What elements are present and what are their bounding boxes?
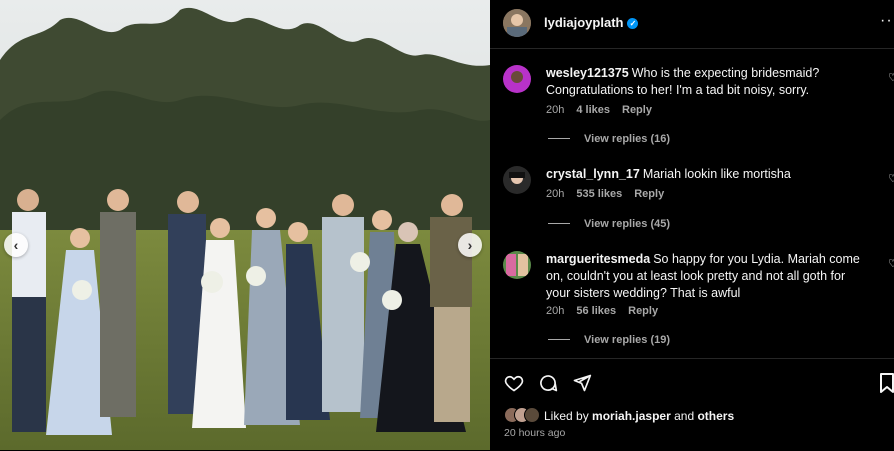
more-options-button[interactable]: ··· xyxy=(880,12,894,30)
comment-likes[interactable]: 535 likes xyxy=(576,188,622,200)
commenter-avatar[interactable] xyxy=(503,65,531,93)
liked-by-summary: Liked by moriah.jasper and others xyxy=(504,407,734,423)
post-photo[interactable]: ‹ › xyxy=(0,0,490,450)
post-actions: Liked by moriah.jasper and others 20 hou… xyxy=(490,358,894,451)
wedding-photo-illustration xyxy=(0,0,490,450)
view-replies-label[interactable]: View replies (45) xyxy=(584,218,670,230)
comment-likes[interactable]: 56 likes xyxy=(576,305,616,317)
author-username[interactable]: lydiajoyplath ✓ xyxy=(544,15,639,30)
commenter-avatar-image xyxy=(503,65,531,93)
share-icon xyxy=(573,374,592,392)
author-avatar-image xyxy=(503,9,531,37)
comment-username[interactable]: wesley121375 xyxy=(546,66,629,80)
heart-icon xyxy=(504,375,524,392)
author-username-text[interactable]: lydiajoyplath xyxy=(544,15,623,30)
comment-heart-icon[interactable]: ♡ xyxy=(888,172,894,185)
comment-time: 20h xyxy=(546,188,565,200)
like-button[interactable] xyxy=(504,373,524,398)
comment-username[interactable]: margueritesmeda xyxy=(546,252,650,266)
comment-button[interactable] xyxy=(538,373,558,398)
share-button[interactable] xyxy=(572,373,592,398)
author-avatar[interactable] xyxy=(503,9,531,37)
verified-icon: ✓ xyxy=(627,18,639,29)
liked-by-others[interactable]: others xyxy=(697,409,734,423)
replies-divider xyxy=(548,138,570,139)
comment-body: wesley121375 Who is the expecting bridesm… xyxy=(546,65,866,99)
replies-divider xyxy=(548,339,570,340)
comment-likes[interactable]: 4 likes xyxy=(576,104,610,116)
reply-button[interactable]: Reply xyxy=(634,188,664,200)
commenter-avatar[interactable] xyxy=(503,251,531,279)
commenter-avatar[interactable] xyxy=(503,166,531,194)
next-photo-button[interactable]: › xyxy=(458,233,482,257)
chevron-right-icon: › xyxy=(467,237,473,253)
view-replies-button[interactable]: View replies (19) xyxy=(548,334,670,346)
comment-meta: 20h 56 likes Reply xyxy=(546,305,670,317)
view-replies-label[interactable]: View replies (16) xyxy=(584,133,670,145)
view-replies-button[interactable]: View replies (16) xyxy=(548,133,670,145)
comment-username[interactable]: crystal_lynn_17 xyxy=(546,167,640,181)
comment-heart-icon[interactable]: ♡ xyxy=(888,257,894,270)
liked-by-prefix: Liked by xyxy=(544,409,589,423)
view-replies-label[interactable]: View replies (19) xyxy=(584,334,670,346)
comment-icon xyxy=(540,375,558,392)
comment-time: 20h xyxy=(546,104,565,116)
liked-by-and: and xyxy=(674,409,695,423)
liked-by-user[interactable]: moriah.jasper xyxy=(592,409,671,423)
instagram-post-view: ‹ › lydiajoyplath ✓ ··· wesley121375Who i… xyxy=(0,0,894,450)
more-icon: ··· xyxy=(880,12,894,29)
post-timestamp[interactable]: 20 hours ago xyxy=(504,427,565,439)
comment-meta: 20h 535 likes Reply xyxy=(546,188,676,200)
comment-text: Mariah lookin like mortisha xyxy=(642,167,791,181)
view-replies-button[interactable]: View replies (45) xyxy=(548,218,670,230)
chevron-left-icon: ‹ xyxy=(13,237,19,253)
comment-body: crystal_lynn_17 Mariah lookin like mortis… xyxy=(546,166,866,183)
previous-photo-button[interactable]: ‹ xyxy=(4,233,28,257)
post-header: lydiajoyplath ✓ ··· xyxy=(490,0,894,49)
save-button[interactable] xyxy=(880,373,894,398)
bookmark-icon xyxy=(880,373,894,393)
reply-button[interactable]: Reply xyxy=(628,305,658,317)
reply-button[interactable]: Reply xyxy=(622,104,652,116)
comment-heart-icon[interactable]: ♡ xyxy=(888,71,894,84)
commenter-avatar-image xyxy=(503,166,531,194)
comments-panel: lydiajoyplath ✓ ··· wesley121375Who is th… xyxy=(490,0,894,450)
comment-time: 20h xyxy=(546,305,565,317)
commenter-avatar-image xyxy=(503,251,531,279)
comment-body: margueritesmeda So happy for you Lydia. M… xyxy=(546,251,866,302)
replies-divider xyxy=(548,223,570,224)
liker-avatar xyxy=(524,407,540,423)
comment-meta: 20h 4 likes Reply xyxy=(546,104,664,116)
